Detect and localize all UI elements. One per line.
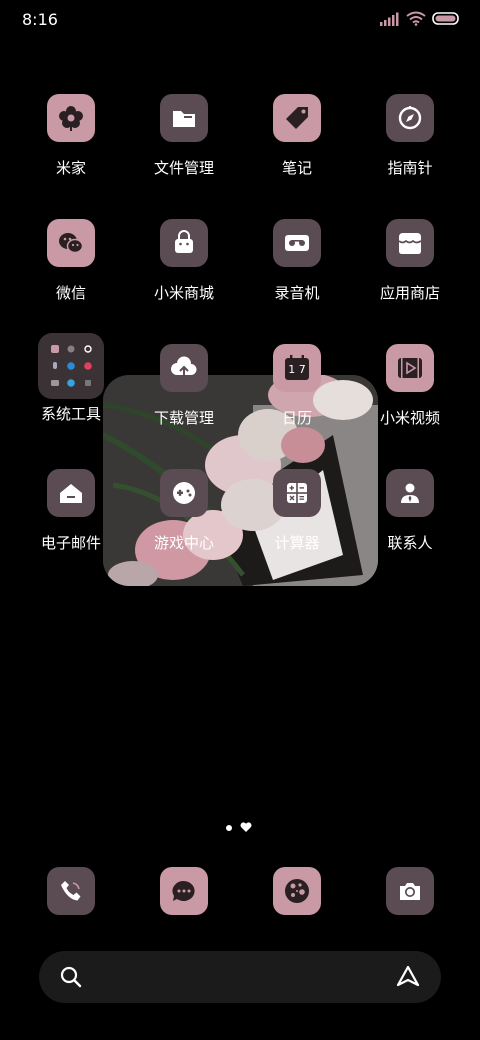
dock-themes[interactable] [273,867,321,915]
folder-system-tools[interactable]: 系统工具 [15,333,127,443]
app-label: 录音机 [274,284,320,302]
app-email[interactable]: 电子邮件 [15,469,127,579]
search-icon[interactable] [60,966,82,988]
tag-icon [273,94,321,142]
camera-icon [400,883,420,900]
app-game-center[interactable]: 游戏中心 [128,469,240,579]
app-mijia[interactable]: 米家 [15,94,127,204]
app-file-manager[interactable]: 文件管理 [128,94,240,204]
app-label: 小米商城 [153,284,214,302]
app-label: 游戏中心 [153,534,214,552]
shopping-bag-icon [160,219,208,267]
calendar-date: 1 7 [288,363,306,376]
app-label: 应用商店 [379,284,440,302]
app-label: 下载管理 [153,409,214,427]
flower-icon [47,94,95,142]
store-icon [386,219,434,267]
calculator-icon [273,469,321,517]
contact-icon [386,469,434,517]
battery-icon [432,12,459,25]
theme-palette-icon [285,879,309,903]
app-label: 电子邮件 [40,534,101,552]
app-compass[interactable]: 指南针 [354,94,466,204]
app-label: 系统工具 [40,405,101,423]
app-label: 联系人 [387,534,433,552]
dock-phone[interactable] [47,867,95,915]
app-label: 笔记 [281,159,312,177]
wifi-icon [406,11,426,26]
mail-icon [47,469,95,517]
app-calculator[interactable]: 计算器 [241,469,353,579]
cassette-icon [273,219,321,267]
app-label: 日历 [281,409,312,427]
app-contacts[interactable]: 联系人 [354,469,466,579]
app-recorder[interactable]: 录音机 [241,219,353,329]
app-label: 指南针 [387,159,433,177]
app-mi-store[interactable]: 小米商城 [128,219,240,329]
app-downloads[interactable]: 下载管理 [128,344,240,454]
app-label: 微信 [55,284,86,302]
app-calendar[interactable]: 1 7 日历 [241,344,353,454]
status-time: 8:16 [22,10,58,29]
app-notes[interactable]: 笔记 [241,94,353,204]
folder-grid-icon [38,333,104,399]
app-label: 米家 [55,159,86,177]
cloud-download-icon [160,344,208,392]
status-bar: 8:16 [0,0,480,40]
phone-icon [61,881,81,901]
message-icon [172,880,195,901]
folder-icon [160,94,208,142]
app-wechat[interactable]: 微信 [15,219,127,329]
app-label: 文件管理 [153,159,214,177]
dock-camera[interactable] [386,867,434,915]
app-mi-video[interactable]: 小米视频 [354,344,466,454]
assistant-icon[interactable] [395,964,421,990]
wechat-icon [47,219,95,267]
page-indicator[interactable] [226,822,252,833]
app-label: 计算器 [274,534,320,552]
search-bar[interactable] [39,951,441,1003]
dock-messages[interactable] [160,867,208,915]
heart-page-dot-icon [240,822,252,832]
calendar-icon: 1 7 [273,344,321,392]
signal-icon [380,12,399,26]
gamepad-icon [160,469,208,517]
app-app-store[interactable]: 应用商店 [354,219,466,329]
app-label: 小米视频 [379,409,440,427]
play-icon [386,344,434,392]
compass-icon [386,94,434,142]
page-dot-1 [226,824,232,831]
